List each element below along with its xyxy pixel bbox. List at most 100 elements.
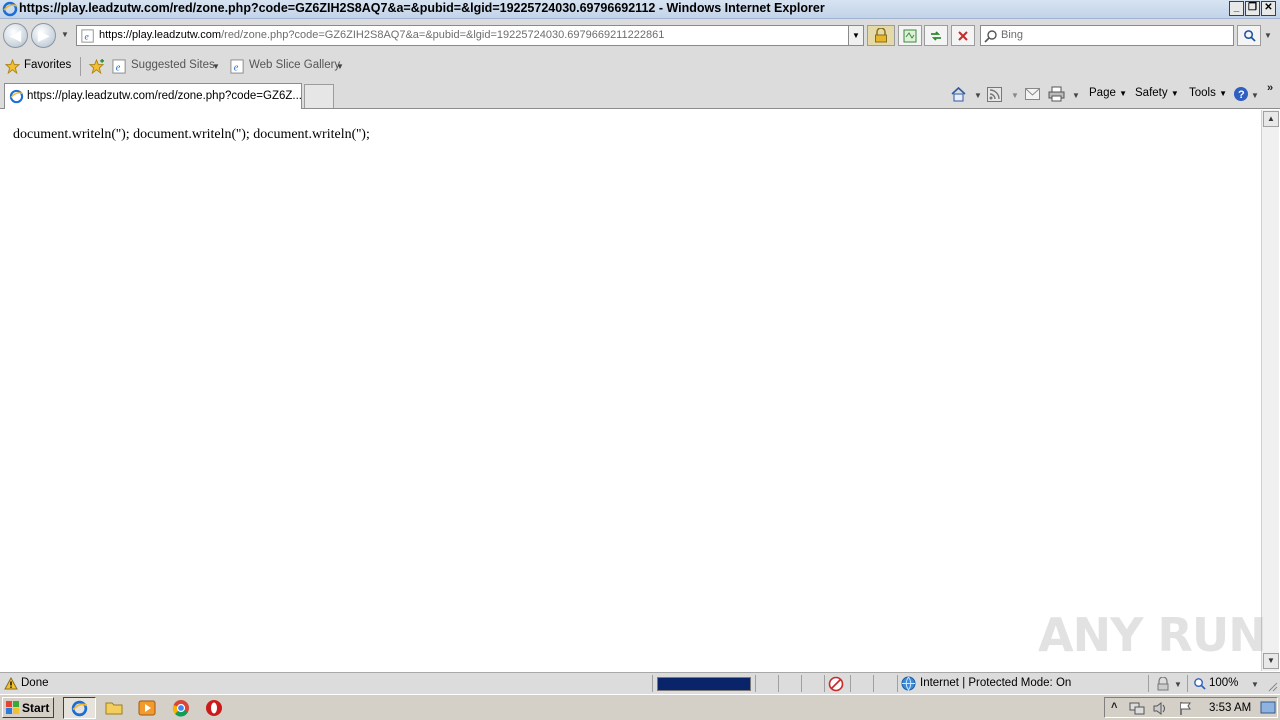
home-icon[interactable] <box>950 86 967 102</box>
clock[interactable]: 3:53 AM <box>1209 702 1251 714</box>
volume-icon[interactable] <box>1152 701 1168 716</box>
start-label: Start <box>22 701 50 715</box>
tools-menu[interactable]: Tools ▼ <box>1189 87 1227 99</box>
safety-menu[interactable]: Safety ▼ <box>1135 87 1179 99</box>
restore-button[interactable]: ❐ <box>1245 1 1260 16</box>
chrome-icon[interactable] <box>171 698 191 718</box>
folder-icon[interactable] <box>104 698 124 718</box>
compatibility-icon <box>903 29 917 42</box>
protected-mode-dropdown-icon[interactable]: ▼ <box>1174 680 1182 689</box>
status-divider <box>897 675 898 692</box>
zoom-level[interactable]: 100% <box>1209 677 1238 689</box>
navigation-bar: ◀ ▶ ▼ e https://play.leadzutw.com/red/zo… <box>0 19 1280 52</box>
refresh-button[interactable] <box>924 25 948 46</box>
action-center-flag-icon[interactable] <box>1178 701 1193 716</box>
favorites-star-icon <box>5 59 20 74</box>
taskbar-ie-button[interactable] <box>63 697 96 719</box>
compatibility-view-button[interactable] <box>898 25 922 46</box>
resize-grip-icon[interactable] <box>1266 680 1278 692</box>
protected-mode-icon[interactable] <box>1156 677 1170 691</box>
status-divider <box>1148 675 1149 692</box>
status-divider <box>801 675 802 692</box>
ie-logo-icon <box>71 700 88 717</box>
stop-button[interactable] <box>951 25 975 46</box>
popup-blocked-icon[interactable] <box>828 676 845 692</box>
chevron-more-icon[interactable]: » <box>1267 82 1273 94</box>
page-menu[interactable]: Page ▼ <box>1089 87 1127 99</box>
tab-ie-icon <box>9 89 24 104</box>
scroll-up-arrow-icon[interactable]: ▲ <box>1263 111 1279 127</box>
system-tray: ˄ 3:53 AM <box>1104 697 1278 718</box>
feeds-icon[interactable] <box>987 87 1002 102</box>
warning-icon <box>4 677 18 690</box>
address-dropdown-button[interactable]: ▼ <box>848 26 863 45</box>
page-body-text: document.writeln(''); document.writeln('… <box>13 127 370 142</box>
status-divider <box>824 675 825 692</box>
vertical-scrollbar[interactable]: ▲ ▼ <box>1261 110 1279 671</box>
refresh-icon <box>931 30 941 41</box>
zoom-dropdown-icon[interactable]: ▼ <box>1251 680 1259 689</box>
start-button[interactable]: Start <box>2 697 54 718</box>
status-divider <box>1187 675 1188 692</box>
web-slice-gallery-link[interactable]: Web Slice Gallery <box>249 59 340 71</box>
forward-arrow-icon: ▶ <box>38 27 49 43</box>
security-zone-text[interactable]: Internet | Protected Mode: On <box>920 677 1071 689</box>
tab-row: https://play.leadzutw.com/red/zone.php?c… <box>0 81 1280 109</box>
tab-active[interactable]: https://play.leadzutw.com/red/zone.php?c… <box>4 83 302 109</box>
anyrun-watermark: ANY RUN <box>1038 608 1267 662</box>
search-box[interactable]: Bing <box>980 25 1234 46</box>
status-divider <box>778 675 779 692</box>
help-dropdown-icon[interactable]: ▼ <box>1251 91 1259 100</box>
taskbar: Start ˄ 3:53 AM <box>0 694 1280 720</box>
close-window-button[interactable]: ✕ <box>1261 1 1276 16</box>
address-bar[interactable]: e https://play.leadzutw.com/red/zone.php… <box>76 25 864 46</box>
media-player-icon[interactable] <box>137 698 157 718</box>
magnifier-icon <box>1243 30 1256 42</box>
web-slice-dropdown-icon[interactable]: ▼ <box>336 62 344 71</box>
title-bar: https://play.leadzutw.com/red/zone.php?c… <box>0 0 1280 19</box>
read-mail-icon[interactable] <box>1025 88 1040 100</box>
svg-text:e: e <box>234 62 239 73</box>
status-bar: Done Internet | Protected Mode: On ▼ 100… <box>0 672 1280 694</box>
svg-text:e: e <box>85 32 90 43</box>
address-url[interactable]: https://play.leadzutw.com/red/zone.php?c… <box>99 29 664 41</box>
forward-button[interactable]: ▶ <box>31 23 56 48</box>
new-tab-button[interactable] <box>304 84 334 108</box>
add-to-favorites-bar-icon[interactable] <box>88 59 105 74</box>
recent-pages-dropdown[interactable]: ▼ <box>61 30 69 39</box>
opera-icon[interactable] <box>204 698 224 718</box>
window-title: https://play.leadzutw.com/red/zone.php?c… <box>19 1 825 15</box>
status-text: Done <box>21 677 49 689</box>
zoom-magnifier-icon <box>1194 678 1206 690</box>
suggested-sites-icon: e <box>112 59 126 74</box>
tab-label: https://play.leadzutw.com/red/zone.php?c… <box>27 90 302 102</box>
suggested-sites-link[interactable]: Suggested Sites <box>131 59 215 71</box>
back-button[interactable]: ◀ <box>3 23 28 48</box>
favorites-button[interactable]: Favorites <box>24 59 71 71</box>
print-icon[interactable] <box>1048 86 1065 102</box>
svg-text:?: ? <box>1238 89 1245 101</box>
stop-x-icon <box>958 30 968 41</box>
internet-globe-icon <box>901 676 916 691</box>
favorites-bar: Favorites e Suggested Sites ▼ e Web Slic… <box>0 52 1280 81</box>
search-button[interactable] <box>1237 25 1261 46</box>
progress-bar <box>657 677 751 691</box>
network-icon[interactable] <box>1129 701 1145 716</box>
bing-search-icon <box>984 30 997 43</box>
suggested-sites-dropdown-icon[interactable]: ▼ <box>212 62 220 71</box>
feeds-dropdown-icon[interactable]: ▼ <box>1011 91 1019 100</box>
show-desktop-icon[interactable] <box>1260 701 1276 715</box>
lock-icon <box>875 28 887 43</box>
search-placeholder: Bing <box>1001 29 1024 41</box>
search-options-dropdown[interactable]: ▼ <box>1264 31 1272 40</box>
minimize-button[interactable]: _ <box>1229 1 1244 16</box>
help-icon[interactable]: ? <box>1233 86 1249 102</box>
show-hidden-icons-icon[interactable]: ˄ <box>1111 700 1117 712</box>
back-arrow-icon: ◀ <box>10 27 21 43</box>
status-divider <box>850 675 851 692</box>
progress-fill <box>658 678 750 690</box>
security-lock-button[interactable] <box>867 25 895 46</box>
print-dropdown-icon[interactable]: ▼ <box>1072 91 1080 100</box>
windows-logo-icon <box>6 701 19 714</box>
home-dropdown-icon[interactable]: ▼ <box>974 91 982 100</box>
